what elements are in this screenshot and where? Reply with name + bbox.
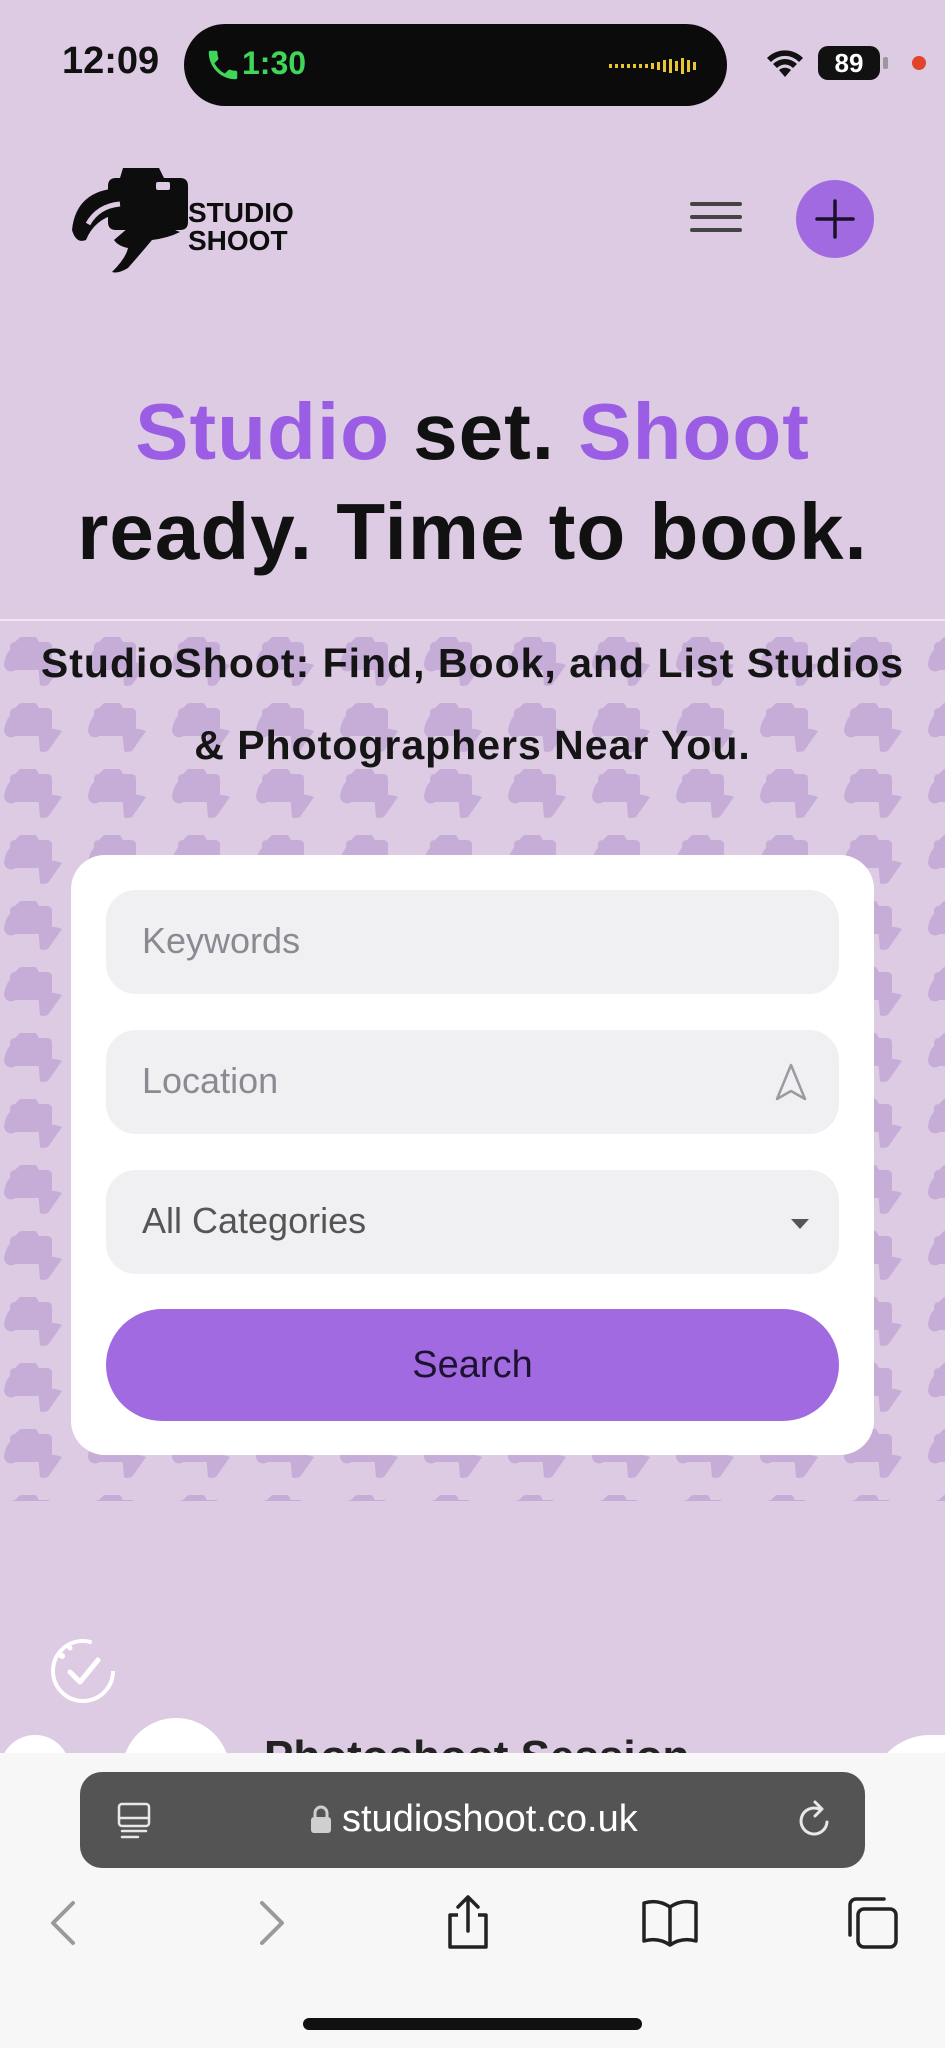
- studioshoot-logo[interactable]: STUDIO SHOOT: [68, 160, 298, 280]
- hamburger-icon: [690, 202, 742, 206]
- add-listing-button[interactable]: [796, 180, 874, 258]
- recording-dot: [912, 56, 926, 70]
- search-button[interactable]: Search: [106, 1309, 839, 1421]
- browser-toolbar: studioshoot.co.uk: [0, 1753, 945, 2048]
- category-select[interactable]: All Categories: [106, 1170, 839, 1274]
- reload-icon[interactable]: [795, 1798, 835, 1842]
- phone-icon: [208, 50, 238, 80]
- back-icon[interactable]: [35, 1893, 95, 1953]
- status-bar: 12:09 1:30 89: [0, 0, 945, 130]
- location-arrow-icon[interactable]: [773, 1062, 809, 1102]
- hero-title-line2: ready. Time to book.: [77, 487, 868, 576]
- clock: 12:09: [62, 40, 160, 82]
- url-text: studioshoot.co.uk: [342, 1798, 638, 1840]
- battery-indicator: 89: [818, 46, 880, 80]
- call-duration: 1:30: [242, 45, 307, 81]
- audio-waveform-icon: [609, 58, 696, 74]
- tabs-icon[interactable]: [842, 1893, 902, 1953]
- hamburger-icon-line: [690, 215, 742, 219]
- hero-heading: Studio set. Shoot ready. Time to book.: [0, 382, 945, 582]
- hamburger-icon-line: [690, 228, 742, 232]
- page-menu-icon[interactable]: [116, 1800, 152, 1840]
- hero-subtitle: StudioShoot: Find, Book, and List Studio…: [40, 640, 905, 768]
- keywords-placeholder: Keywords: [142, 920, 301, 961]
- location-placeholder: Location: [142, 1060, 279, 1101]
- address-bar[interactable]: studioshoot.co.uk: [80, 1772, 865, 1868]
- location-input[interactable]: Location: [106, 1030, 839, 1134]
- verified-badge-icon[interactable]: [48, 1636, 118, 1706]
- forward-icon[interactable]: [240, 1893, 300, 1953]
- hero-word-studio: Studio: [135, 387, 390, 476]
- chevron-down-icon: [791, 1219, 809, 1229]
- lock-icon: [311, 1805, 331, 1833]
- wifi-icon: [767, 50, 803, 77]
- logo-text-studio: STUDIO: [188, 197, 294, 228]
- share-icon[interactable]: [438, 1893, 498, 1953]
- hamburger-menu-button[interactable]: [690, 196, 742, 242]
- hero-word-set: set.: [389, 387, 579, 476]
- keywords-input[interactable]: Keywords: [106, 890, 839, 994]
- hero-word-shoot: Shoot: [578, 387, 810, 476]
- plus-icon: [815, 199, 855, 239]
- home-indicator[interactable]: [303, 2018, 642, 2030]
- bookmarks-icon[interactable]: [640, 1893, 700, 1953]
- search-card: Keywords Location All Categories Search: [71, 855, 874, 1455]
- category-selected-value: All Categories: [142, 1200, 367, 1241]
- listing-title[interactable]: Photoshoot Session: [264, 1720, 689, 1754]
- dynamic-island-call[interactable]: 1:30: [184, 24, 727, 106]
- battery-tip: [883, 57, 888, 69]
- logo-text-shoot: SHOOT: [188, 225, 288, 256]
